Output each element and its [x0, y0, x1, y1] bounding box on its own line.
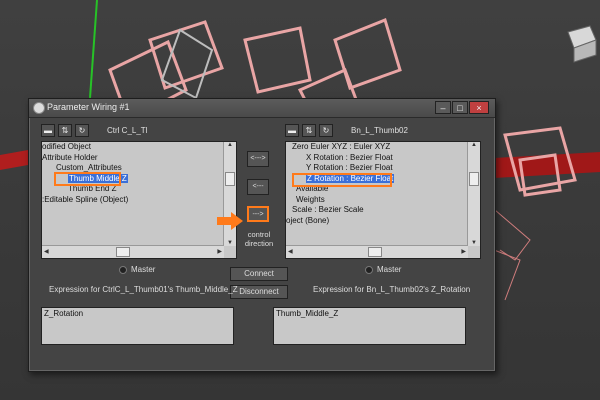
- tree-item[interactable]: Weights: [286, 195, 468, 206]
- tree-item[interactable]: Attribute Holder: [42, 153, 224, 164]
- bidirectional-connect-button[interactable]: <--->: [247, 151, 269, 167]
- y-axis-line: [89, 0, 98, 99]
- tree-item[interactable]: odified Object: [42, 142, 224, 153]
- tree-item[interactable]: oject (Bone): [286, 216, 468, 227]
- red-bone: [0, 150, 28, 170]
- dialog-title: Parameter Wiring #1: [47, 102, 130, 112]
- minimize-button[interactable]: –: [435, 101, 451, 114]
- right-selection-highlight: [292, 173, 392, 187]
- left-vertical-scrollbar[interactable]: ▲ ▼: [223, 142, 236, 246]
- right-refresh-icon[interactable]: ↻: [319, 124, 333, 137]
- connect-button[interactable]: Connect: [230, 267, 288, 281]
- left-selection-highlight: [54, 172, 121, 186]
- right-object-name: Bn_L_Thumb02: [351, 126, 408, 135]
- right-parameter-tree[interactable]: Zero Euler XYZ : Euler XYZ X Rotation : …: [285, 141, 481, 259]
- left-object-name: Ctrl C_L_Tl: [107, 126, 148, 135]
- right-horizontal-scrollbar[interactable]: ◀ ▶: [286, 245, 468, 258]
- left-master-label: Master: [131, 265, 156, 274]
- right-master-label: Master: [377, 265, 402, 274]
- left-expression-field[interactable]: Z_Rotation: [41, 307, 234, 345]
- left-refresh-icon[interactable]: ↻: [75, 124, 89, 137]
- right-direction-button[interactable]: --->: [247, 206, 269, 222]
- tree-item[interactable]: Y Rotation : Bezier Float: [286, 163, 468, 174]
- left-parameter-tree[interactable]: odified Object Attribute Holder Custom_A…: [41, 141, 237, 259]
- disconnect-button[interactable]: Disconnect: [230, 285, 288, 299]
- tree-item[interactable]: Zero Euler XYZ : Euler XYZ: [286, 142, 468, 153]
- left-tree-icon[interactable]: ⇅: [58, 124, 72, 137]
- left-direction-button[interactable]: <---: [247, 179, 269, 195]
- arrow-right-icon: [217, 212, 243, 230]
- app-icon: [33, 102, 45, 114]
- parameter-wiring-dialog[interactable]: Parameter Wiring #1 – □ × ▬ ⇅ ↻ Ctrl C_L…: [28, 98, 496, 372]
- right-tree-icon[interactable]: ⇅: [302, 124, 316, 137]
- tree-item[interactable]: X Rotation : Bezier Float: [286, 153, 468, 164]
- left-pick-object-icon[interactable]: ▬: [41, 124, 55, 137]
- tree-item[interactable]: Scale : Bezier Scale: [286, 205, 468, 216]
- right-vertical-scrollbar[interactable]: ▲ ▼: [467, 142, 480, 246]
- left-expression-label: Expression for CtrlC_L_Thumb01's Thumb_M…: [49, 285, 238, 294]
- left-master-radio[interactable]: [119, 266, 127, 274]
- right-expression-label: Expression for Bn_L_Thumb02's Z_Rotation: [313, 285, 471, 294]
- right-master-radio[interactable]: [365, 266, 373, 274]
- close-button[interactable]: ×: [469, 101, 489, 114]
- title-bar[interactable]: Parameter Wiring #1 – □ ×: [29, 99, 495, 118]
- left-horizontal-scrollbar[interactable]: ◀ ▶: [42, 245, 224, 258]
- right-expression-field[interactable]: Thumb_Middle_Z: [273, 307, 466, 345]
- maximize-button[interactable]: □: [452, 101, 468, 114]
- right-pick-object-icon[interactable]: ▬: [285, 124, 299, 137]
- tree-item[interactable]: :Editable Spline (Object): [42, 195, 224, 206]
- control-direction-label: control direction: [244, 230, 274, 248]
